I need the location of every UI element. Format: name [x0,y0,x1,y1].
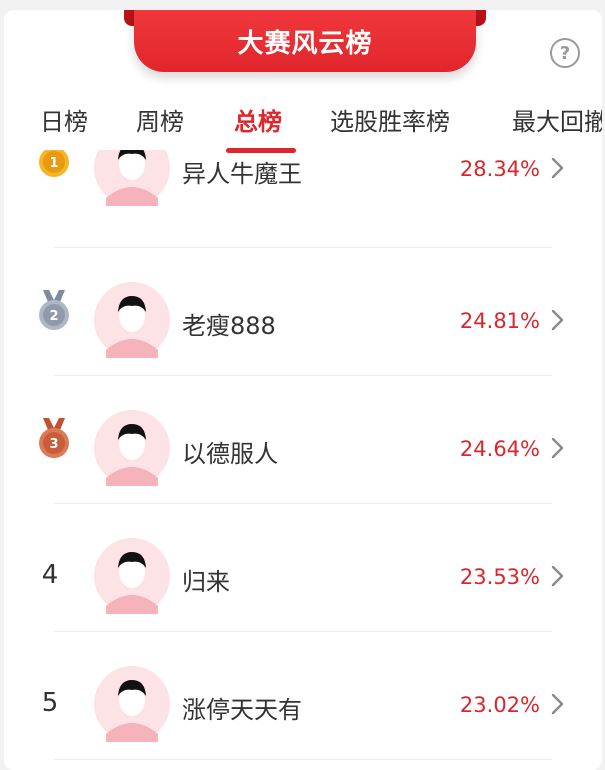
list-item[interactable]: 1 异人牛魔王 28.34% [4,150,602,248]
return-rate: 28.34% [459,157,540,181]
user-name: 老瘦888 [182,312,276,340]
return-rate: 24.64% [459,437,540,461]
list-item[interactable]: 4 归来 23.53% [4,504,602,632]
tab-overall[interactable]: 总榜 [234,102,282,137]
chevron-right-icon [551,437,564,459]
list-item[interactable]: 5 涨停天天有 23.02% [4,632,602,760]
ranking-list: 1 异人牛魔王 28.34% 2 老瘦888 24.81% 3 以德服人 24.… [4,150,602,770]
bronze-medal-icon: 3 [39,418,69,458]
gold-medal-icon: 1 [39,150,69,177]
avatar [94,282,170,358]
return-rate: 23.02% [459,693,540,717]
tab-weekly[interactable]: 周榜 [136,102,184,137]
return-rate: 23.53% [459,565,540,589]
divider [54,759,552,760]
title-ribbon: 大赛风云榜 [124,10,486,90]
ribbon-banner: 大赛风云榜 [134,10,476,72]
page-title: 大赛风云榜 [237,28,373,59]
help-icon[interactable]: ? [550,38,580,68]
rank-number: 5 [41,688,59,718]
chevron-right-icon [551,309,564,331]
rank-number: 4 [41,560,59,590]
user-name: 涨停天天有 [182,696,302,724]
avatar [94,666,170,742]
chevron-right-icon [551,565,564,587]
list-item[interactable]: 2 老瘦888 24.81% [4,248,602,376]
silver-medal-icon: 2 [39,290,69,330]
avatar [94,410,170,486]
leaderboard-card: 大赛风云榜 ? 日榜 周榜 总榜 选股胜率榜 最大回撤 1 异人牛魔王 28.3… [4,10,602,770]
user-name: 以德服人 [182,440,278,468]
svg-text:3: 3 [49,437,58,452]
user-name: 异人牛魔王 [182,160,302,188]
list-item[interactable]: 3 以德服人 24.64% [4,376,602,504]
user-name: 归来 [182,568,230,596]
chevron-right-icon [551,693,564,715]
svg-text:2: 2 [49,309,58,324]
tab-bar: 日榜 周榜 总榜 选股胜率榜 最大回撤 [4,96,602,156]
avatar [94,150,170,206]
return-rate: 24.81% [459,309,540,333]
tab-win-rate[interactable]: 选股胜率榜 [330,102,450,137]
tab-max-drawdown[interactable]: 最大回撤 [512,102,602,137]
svg-text:1: 1 [49,156,58,171]
avatar [94,538,170,614]
tab-daily[interactable]: 日榜 [40,102,88,137]
chevron-right-icon [551,157,564,179]
